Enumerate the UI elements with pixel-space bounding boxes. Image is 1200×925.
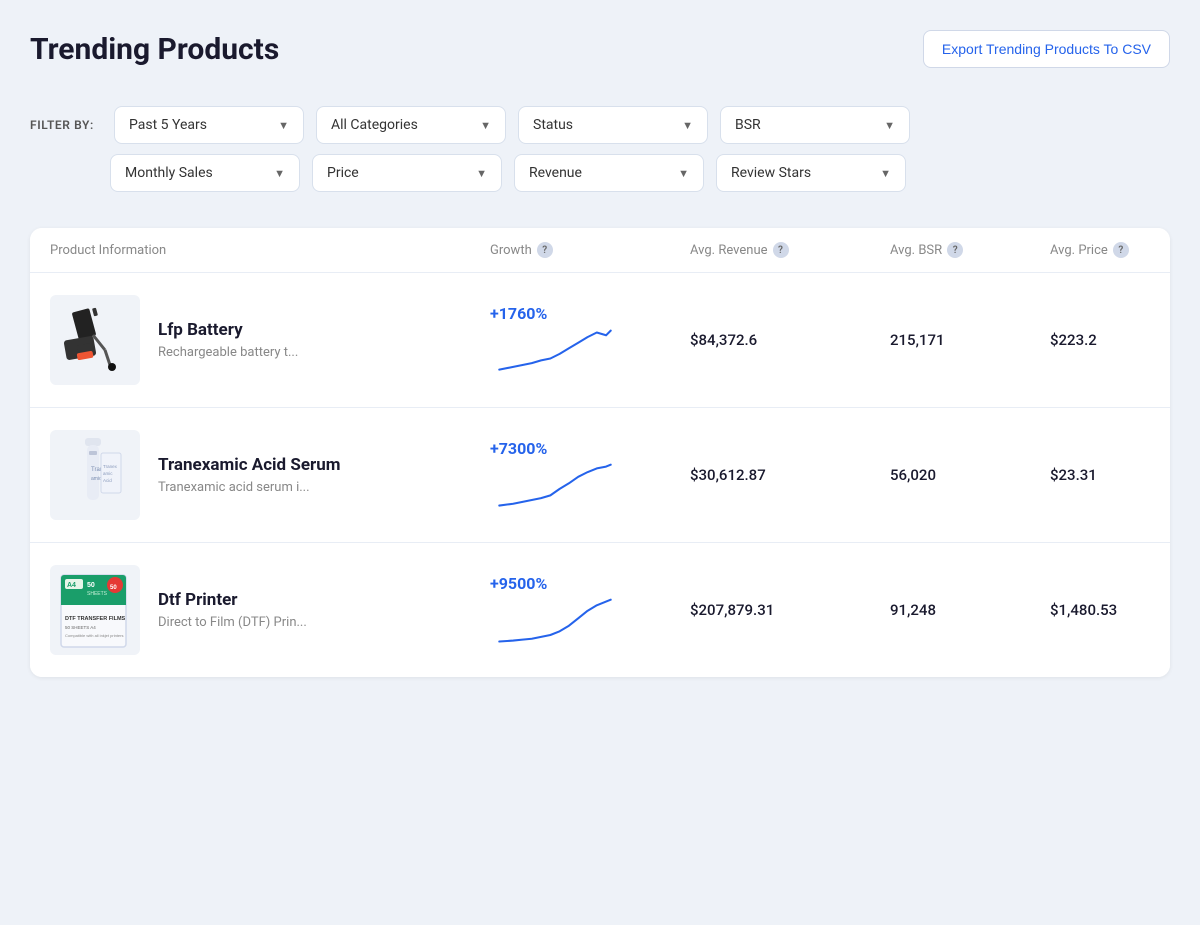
svg-text:Acid: Acid [103, 478, 112, 483]
product-text-dtf-printer: Dtf Printer Direct to Film (DTF) Prin... [158, 590, 307, 630]
chevron-down-icon: ▼ [682, 119, 693, 132]
avg-price-value: $23.31 [1050, 466, 1170, 484]
col-product-info: Product Information [50, 242, 490, 258]
col-avg-revenue: Avg. Revenue ? [690, 242, 890, 258]
svg-text:amic: amic [103, 471, 113, 476]
products-table: Product Information Growth ? Avg. Revenu… [30, 228, 1170, 677]
chevron-down-icon: ▼ [884, 119, 895, 132]
avg-bsr-value: 215,171 [890, 331, 1050, 349]
svg-text:amic: amic [91, 476, 102, 482]
growth-help-icon[interactable]: ? [537, 242, 553, 258]
dropdown-category-value: All Categories [331, 117, 418, 133]
filter-row-2: Monthly Sales ▼ Price ▼ Revenue ▼ Review… [110, 154, 1170, 192]
chevron-down-icon: ▼ [278, 119, 289, 132]
product-desc: Rechargeable battery t... [158, 345, 298, 360]
dropdown-review-stars-value: Review Stars [731, 165, 811, 181]
avg-revenue-value: $30,612.87 [690, 466, 890, 484]
svg-text:50: 50 [110, 585, 117, 591]
page-title: Trending Products [30, 32, 279, 67]
product-name: Dtf Printer [158, 590, 307, 610]
product-desc: Tranexamic acid serum i... [158, 480, 340, 495]
filter-row-1: FILTER BY: Past 5 Years ▼ All Categories… [30, 106, 1170, 144]
col-avg-price: Avg. Price ? [1050, 242, 1170, 258]
page-header: Trending Products Export Trending Produc… [30, 30, 1170, 68]
svg-text:A4: A4 [67, 582, 76, 589]
dropdown-review-stars[interactable]: Review Stars ▼ [716, 154, 906, 192]
table-row: A4 50 SHEETS DTF TRANSFER FILMS 50 SHEET… [30, 543, 1170, 677]
sparkline-lfp-battery [490, 327, 620, 377]
growth-value: +7300% [490, 439, 547, 458]
dropdown-time-period[interactable]: Past 5 Years ▼ [114, 106, 304, 144]
product-info-serum: Tranex amic Tranex amic Acid Tranexamic … [50, 430, 490, 520]
growth-cell-serum: +7300% [490, 439, 690, 512]
svg-text:DTF TRANSFER FILMS: DTF TRANSFER FILMS [65, 616, 126, 622]
serum-svg: Tranex amic Tranex amic Acid [55, 433, 135, 518]
dropdown-status-value: Status [533, 117, 573, 133]
col-avg-bsr: Avg. BSR ? [890, 242, 1050, 258]
filter-section: FILTER BY: Past 5 Years ▼ All Categories… [30, 96, 1170, 210]
product-info-dtf-printer: A4 50 SHEETS DTF TRANSFER FILMS 50 SHEET… [50, 565, 490, 655]
product-info-lfp-battery: Lfp Battery Rechargeable battery t... [50, 295, 490, 385]
dropdown-monthly-sales-value: Monthly Sales [125, 165, 213, 181]
product-desc: Direct to Film (DTF) Prin... [158, 615, 307, 630]
svg-text:SHEETS: SHEETS [87, 591, 108, 597]
chevron-down-icon: ▼ [476, 167, 487, 180]
growth-cell-lfp-battery: +1760% [490, 304, 690, 377]
product-name: Tranexamic Acid Serum [158, 455, 340, 475]
dropdown-revenue-value: Revenue [529, 165, 582, 181]
battery-svg [55, 300, 135, 380]
avg-price-value: $1,480.53 [1050, 601, 1170, 619]
chevron-down-icon: ▼ [274, 167, 285, 180]
table-row: Lfp Battery Rechargeable battery t... +1… [30, 273, 1170, 408]
product-image-serum: Tranex amic Tranex amic Acid [50, 430, 140, 520]
filter-label: FILTER BY: [30, 118, 98, 132]
product-image-dtf-printer: A4 50 SHEETS DTF TRANSFER FILMS 50 SHEET… [50, 565, 140, 655]
dropdown-price[interactable]: Price ▼ [312, 154, 502, 192]
avg-bsr-help-icon[interactable]: ? [947, 242, 963, 258]
avg-revenue-help-icon[interactable]: ? [773, 242, 789, 258]
product-image-lfp-battery [50, 295, 140, 385]
avg-price-value: $223.2 [1050, 331, 1170, 349]
growth-cell-dtf-printer: +9500% [490, 574, 690, 647]
avg-bsr-value: 91,248 [890, 601, 1050, 619]
growth-value: +9500% [490, 574, 547, 593]
sparkline-serum [490, 462, 620, 512]
dropdown-time-period-value: Past 5 Years [129, 117, 207, 133]
svg-text:Tranex: Tranex [103, 464, 118, 469]
dropdown-bsr-value: BSR [735, 117, 761, 133]
col-growth: Growth ? [490, 242, 690, 258]
dropdown-monthly-sales[interactable]: Monthly Sales ▼ [110, 154, 300, 192]
chevron-down-icon: ▼ [678, 167, 689, 180]
avg-price-help-icon[interactable]: ? [1113, 242, 1129, 258]
avg-revenue-value: $84,372.6 [690, 331, 890, 349]
dropdown-category[interactable]: All Categories ▼ [316, 106, 506, 144]
dropdown-status[interactable]: Status ▼ [518, 106, 708, 144]
table-row: Tranex amic Tranex amic Acid Tranexamic … [30, 408, 1170, 543]
product-text-lfp-battery: Lfp Battery Rechargeable battery t... [158, 320, 298, 360]
dropdown-price-value: Price [327, 165, 359, 181]
growth-value: +1760% [490, 304, 547, 323]
export-button[interactable]: Export Trending Products To CSV [923, 30, 1170, 68]
avg-revenue-value: $207,879.31 [690, 601, 890, 619]
sparkline-dtf-printer [490, 597, 620, 647]
avg-bsr-value: 56,020 [890, 466, 1050, 484]
product-name: Lfp Battery [158, 320, 298, 340]
svg-text:50: 50 [87, 582, 95, 589]
chevron-down-icon: ▼ [880, 167, 891, 180]
dropdown-revenue[interactable]: Revenue ▼ [514, 154, 704, 192]
svg-text:50 SHEETS A4: 50 SHEETS A4 [65, 625, 96, 630]
product-text-serum: Tranexamic Acid Serum Tranexamic acid se… [158, 455, 340, 495]
chevron-down-icon: ▼ [480, 119, 491, 132]
svg-text:Compatible with all inkjet pri: Compatible with all inkjet printers [65, 633, 123, 638]
dropdown-bsr[interactable]: BSR ▼ [720, 106, 910, 144]
printer-svg: A4 50 SHEETS DTF TRANSFER FILMS 50 SHEET… [53, 565, 138, 655]
table-header: Product Information Growth ? Avg. Revenu… [30, 228, 1170, 273]
